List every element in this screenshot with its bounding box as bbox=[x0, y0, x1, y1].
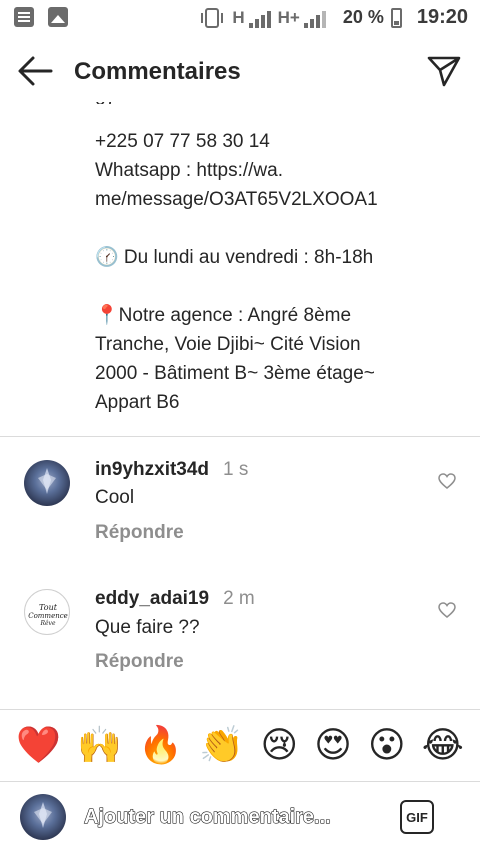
header: Commentaires bbox=[0, 40, 480, 102]
avatar[interactable]: Tout Commence Rêve bbox=[24, 589, 70, 635]
message-notification-icon bbox=[14, 7, 34, 27]
network-type-2: H+ bbox=[277, 7, 300, 27]
comment-text: Cool bbox=[95, 487, 135, 508]
emoji-laughing-button[interactable]: 😂 bbox=[422, 725, 464, 766]
image-notification-icon bbox=[48, 7, 68, 27]
battery-icon bbox=[390, 7, 402, 28]
avatar bbox=[20, 794, 66, 840]
caption-agency-line3: 2000 - Bâtiment B~ 3ème étage~ bbox=[95, 363, 375, 384]
clock: 19:20 bbox=[416, 6, 468, 28]
reply-button[interactable]: Répondre bbox=[95, 522, 184, 544]
battery-percent: 20 % bbox=[342, 7, 384, 27]
signal-1-icon: H bbox=[232, 7, 271, 28]
comment-time: 1 s bbox=[223, 459, 249, 480]
status-bar: H H+ 20 % 19:20 bbox=[0, 0, 480, 38]
comment-username[interactable]: in9yhzxit34d 1 s bbox=[95, 459, 248, 481]
gif-button[interactable]: GIF bbox=[400, 800, 434, 834]
emoji-clap-button[interactable]: 👏 bbox=[199, 725, 244, 766]
caption-whatsapp-line2: me/message/O3AT65V2LXOOA1 bbox=[95, 189, 378, 210]
username-text[interactable]: in9yhzxit34d bbox=[95, 459, 209, 480]
caption-divider bbox=[0, 436, 480, 437]
comment-text: Que faire ?? bbox=[95, 617, 200, 638]
paper-plane-icon[interactable] bbox=[426, 54, 462, 88]
emoji-crying-button[interactable]: 😢 bbox=[260, 725, 298, 766]
emoji-heart-eyes-button[interactable]: 😍 bbox=[314, 725, 352, 766]
emoji-fire-button[interactable]: 🔥 bbox=[138, 725, 183, 766]
caption-whatsapp-line1: Whatsapp : https://wa. bbox=[95, 160, 283, 181]
emoji-heart-button[interactable]: ❤️ bbox=[16, 725, 61, 766]
signal-2-icon: H+ bbox=[278, 8, 326, 28]
username-text[interactable]: eddy_adai19 bbox=[95, 588, 209, 609]
comment-username[interactable]: eddy_adai19 2 m bbox=[95, 588, 255, 610]
caption-agency-line4: Appart B6 bbox=[95, 392, 180, 413]
caption-hours: 🕜 Du lundi au vendredi : 8h-18h bbox=[95, 247, 374, 268]
reply-button[interactable]: Répondre bbox=[95, 651, 184, 673]
post-caption: 07 +225 07 77 58 30 14 Whatsapp : https:… bbox=[95, 96, 465, 417]
comment-time: 2 m bbox=[223, 588, 255, 609]
heart-outline-icon[interactable] bbox=[438, 602, 456, 618]
comment-input-bar: Ajouter un commentaire... GIF bbox=[0, 781, 480, 855]
svg-text:Tout: Tout bbox=[39, 603, 58, 612]
emoji-surprised-button[interactable]: 😮 bbox=[368, 725, 406, 766]
page-title: Commentaires bbox=[74, 58, 241, 85]
heart-outline-icon[interactable] bbox=[438, 473, 456, 489]
arrow-left-icon[interactable] bbox=[16, 54, 54, 88]
avatar[interactable] bbox=[24, 460, 70, 506]
network-type-1: H bbox=[232, 7, 245, 27]
emoji-raised-hands-button[interactable]: 🙌 bbox=[77, 725, 122, 766]
svg-text:Commence: Commence bbox=[28, 612, 68, 620]
caption-phone: +225 07 77 58 30 14 bbox=[95, 131, 270, 152]
caption-agency-line2: Tranche, Voie Djibi~ Cité Vision bbox=[95, 334, 361, 355]
emoji-bar: ❤️ 🙌 🔥 👏 😢 😍 😮 😂 bbox=[0, 709, 480, 781]
svg-text:Rêve: Rêve bbox=[39, 620, 55, 627]
caption-agency-line1: 📍Notre agence : Angré 8ème bbox=[95, 305, 352, 326]
vibrate-icon bbox=[201, 7, 224, 28]
avatar-logo: Tout Commence Rêve bbox=[28, 603, 68, 627]
comment-input[interactable]: Ajouter un commentaire... bbox=[84, 806, 332, 829]
